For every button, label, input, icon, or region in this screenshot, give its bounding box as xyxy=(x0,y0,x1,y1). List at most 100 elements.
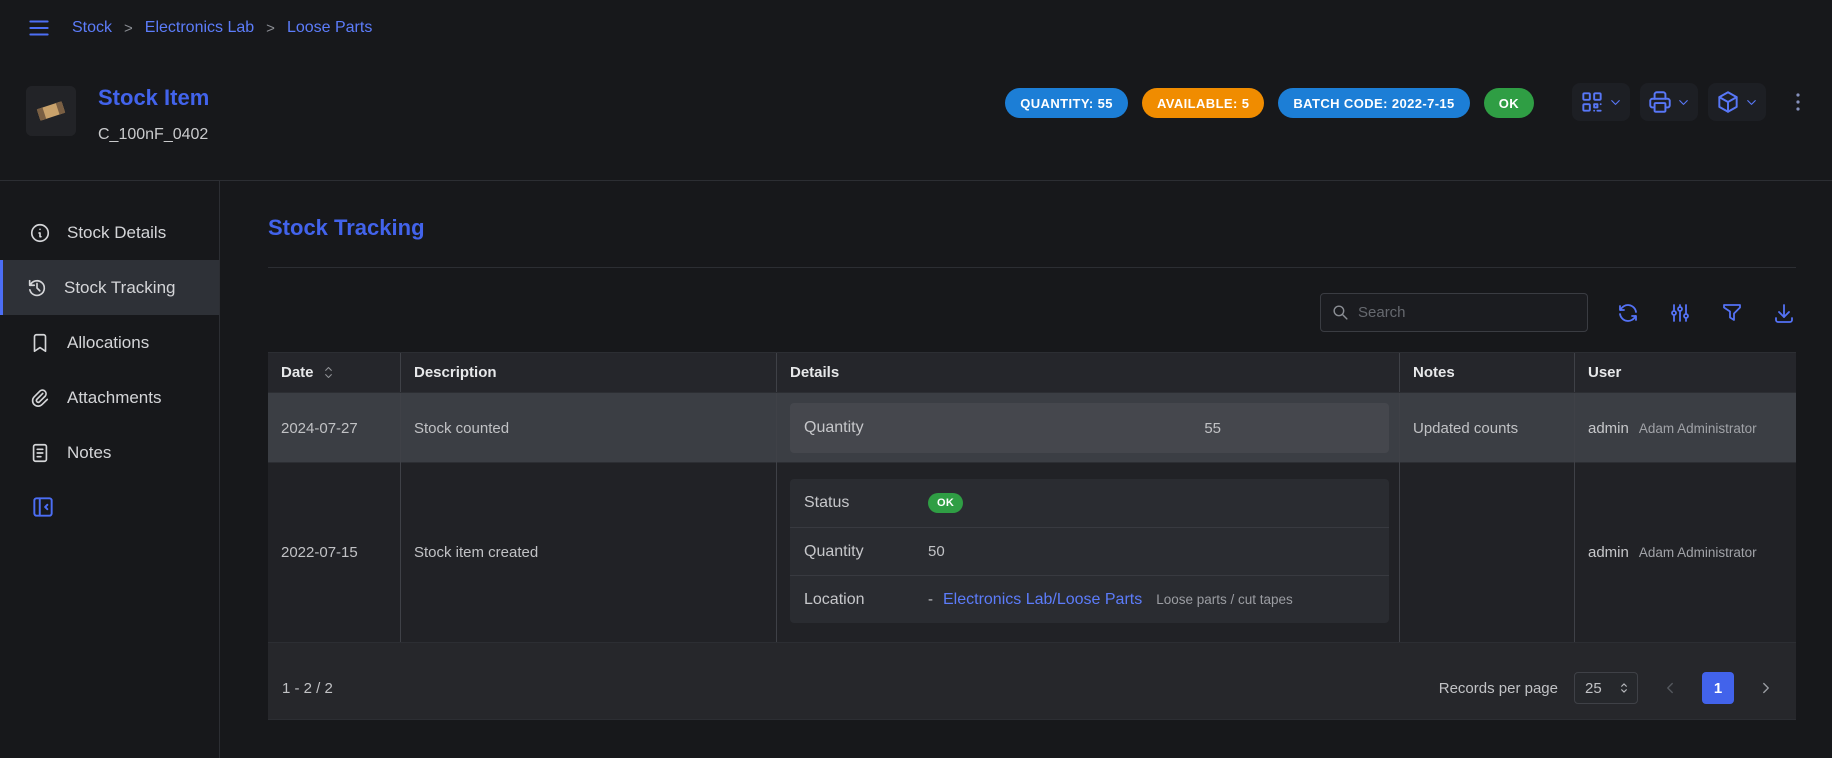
paperclip-icon xyxy=(29,387,51,409)
user-cell: admin Adam Administrator xyxy=(1574,393,1796,463)
search-box xyxy=(1320,293,1588,332)
breadcrumb-separator: > xyxy=(266,20,275,37)
more-options-button[interactable] xyxy=(1784,84,1812,120)
column-header-user[interactable]: User xyxy=(1574,353,1796,392)
column-label: User xyxy=(1588,364,1621,381)
pagination-prev-button[interactable] xyxy=(1654,672,1686,704)
table-settings-icon xyxy=(1668,301,1692,325)
barcode-actions-button[interactable] xyxy=(1572,83,1630,121)
column-label: Date xyxy=(281,364,314,381)
stock-actions-button[interactable] xyxy=(1708,83,1766,121)
menu-icon[interactable] xyxy=(26,15,52,41)
detail-row-location: Location - Electronics Lab/Loose Parts L… xyxy=(790,575,1389,623)
stock-actions-icon xyxy=(1715,89,1741,115)
search-icon xyxy=(1331,303,1350,322)
sidebar-item-attachments[interactable]: Attachments xyxy=(0,370,219,425)
detail-label: Quantity xyxy=(804,543,928,561)
column-label: Description xyxy=(414,364,497,381)
username: admin xyxy=(1588,420,1629,437)
stock-item-thumbnail[interactable] xyxy=(26,86,76,136)
record-range: 1 - 2 / 2 xyxy=(282,680,333,697)
sidebar-item-stock-details[interactable]: Stock Details xyxy=(0,205,219,260)
column-label: Details xyxy=(790,364,839,381)
status-ok-badge: OK xyxy=(1484,88,1534,118)
details-cell: Status OK Quantity 50 Location - Electro… xyxy=(776,463,1399,642)
table-row[interactable]: 2022-07-15 Stock item created Status OK … xyxy=(268,462,1796,642)
filter-button[interactable] xyxy=(1720,301,1744,325)
details-cell: Quantity 55 xyxy=(776,393,1399,463)
selector-icon xyxy=(1617,681,1631,695)
location-description: Loose parts / cut tapes xyxy=(1156,592,1293,607)
page-size-value: 25 xyxy=(1585,680,1602,697)
sidebar-collapse-button[interactable] xyxy=(30,494,56,520)
main-panel: Stock Tracking Date Description xyxy=(220,181,1832,758)
download-button[interactable] xyxy=(1772,301,1796,325)
table-settings-button[interactable] xyxy=(1668,301,1692,325)
page-header: Stock Item C_100nF_0402 QUANTITY: 55 AVA… xyxy=(0,56,1832,180)
table-row[interactable]: 2024-07-27 Stock counted Quantity 55 Upd… xyxy=(268,392,1796,462)
pagination-controls: Records per page 25 1 xyxy=(1439,672,1782,704)
column-header-description[interactable]: Description xyxy=(400,353,776,392)
username: admin xyxy=(1588,544,1629,561)
section-title: Stock Tracking xyxy=(268,215,1796,241)
date-cell: 2022-07-15 xyxy=(268,463,400,642)
status-ok-badge: OK xyxy=(928,493,963,513)
status-badges: QUANTITY: 55 AVAILABLE: 5 BATCH CODE: 20… xyxy=(1005,88,1534,118)
info-circle-icon xyxy=(29,222,51,244)
column-header-notes[interactable]: Notes xyxy=(1399,353,1574,392)
history-icon xyxy=(26,277,48,299)
pagination-next-button[interactable] xyxy=(1750,672,1782,704)
sidebar-item-label: Allocations xyxy=(67,333,149,353)
top-navigation-bar: Stock > Electronics Lab > Loose Parts xyxy=(0,0,1832,56)
detail-row-status: Status OK xyxy=(790,479,1389,527)
description-cell: Stock item created xyxy=(400,463,776,642)
sidebar-item-notes[interactable]: Notes xyxy=(0,425,219,480)
column-label: Notes xyxy=(1413,364,1455,381)
description-cell: Stock counted xyxy=(400,393,776,463)
column-header-details[interactable]: Details xyxy=(776,353,1399,392)
page-number: 1 xyxy=(1714,680,1722,697)
page-title: Stock Item xyxy=(98,86,209,110)
breadcrumb-stock[interactable]: Stock xyxy=(72,19,112,37)
more-options-icon xyxy=(1786,90,1810,114)
user-cell: admin Adam Administrator xyxy=(1574,463,1796,642)
search-input[interactable] xyxy=(1358,304,1577,321)
sort-icon[interactable] xyxy=(320,364,337,381)
sidebar: Stock Details Stock Tracking Allocations… xyxy=(0,181,220,758)
chevron-left-icon xyxy=(1661,679,1679,697)
chevron-right-icon xyxy=(1757,679,1775,697)
records-per-page-select[interactable]: 25 xyxy=(1574,672,1638,704)
location-link[interactable]: Electronics Lab/Loose Parts xyxy=(943,591,1142,609)
content-area: Stock Details Stock Tracking Allocations… xyxy=(0,180,1832,758)
notes-icon xyxy=(29,442,51,464)
date-cell: 2024-07-27 xyxy=(268,393,400,463)
refresh-icon xyxy=(1616,301,1640,325)
breadcrumb-separator: > xyxy=(124,20,133,37)
user-full-name: Adam Administrator xyxy=(1639,545,1757,560)
sidebar-item-label: Stock Tracking xyxy=(64,278,176,298)
sidebar-item-label: Attachments xyxy=(67,388,162,408)
notes-cell xyxy=(1399,463,1574,642)
divider xyxy=(268,267,1796,268)
location-prefix: - xyxy=(928,591,933,608)
pagination-page-1-button[interactable]: 1 xyxy=(1702,672,1734,704)
stock-tracking-table: Date Description Details Notes User 2024… xyxy=(268,352,1796,720)
table-header-row: Date Description Details Notes User xyxy=(268,352,1796,392)
stock-item-name: C_100nF_0402 xyxy=(98,126,209,144)
breadcrumb-loose-parts[interactable]: Loose Parts xyxy=(287,19,372,37)
download-icon xyxy=(1772,301,1796,325)
sidebar-item-allocations[interactable]: Allocations xyxy=(0,315,219,370)
print-actions-button[interactable] xyxy=(1640,83,1698,121)
breadcrumb-electronics-lab[interactable]: Electronics Lab xyxy=(145,19,254,37)
sidebar-item-stock-tracking[interactable]: Stock Tracking xyxy=(0,260,219,315)
detail-label: Status xyxy=(804,494,928,512)
column-header-date[interactable]: Date xyxy=(268,353,400,392)
chevron-down-icon xyxy=(1676,95,1691,110)
batch-code-badge: BATCH CODE: 2022-7-15 xyxy=(1278,88,1469,118)
title-block: Stock Item C_100nF_0402 xyxy=(98,86,209,180)
bookmark-icon xyxy=(29,332,51,354)
refresh-button[interactable] xyxy=(1616,301,1640,325)
table-footer: 1 - 2 / 2 Records per page 25 1 xyxy=(268,642,1796,720)
available-badge: AVAILABLE: 5 xyxy=(1142,88,1264,118)
detail-row-quantity: Quantity 50 xyxy=(790,527,1389,575)
